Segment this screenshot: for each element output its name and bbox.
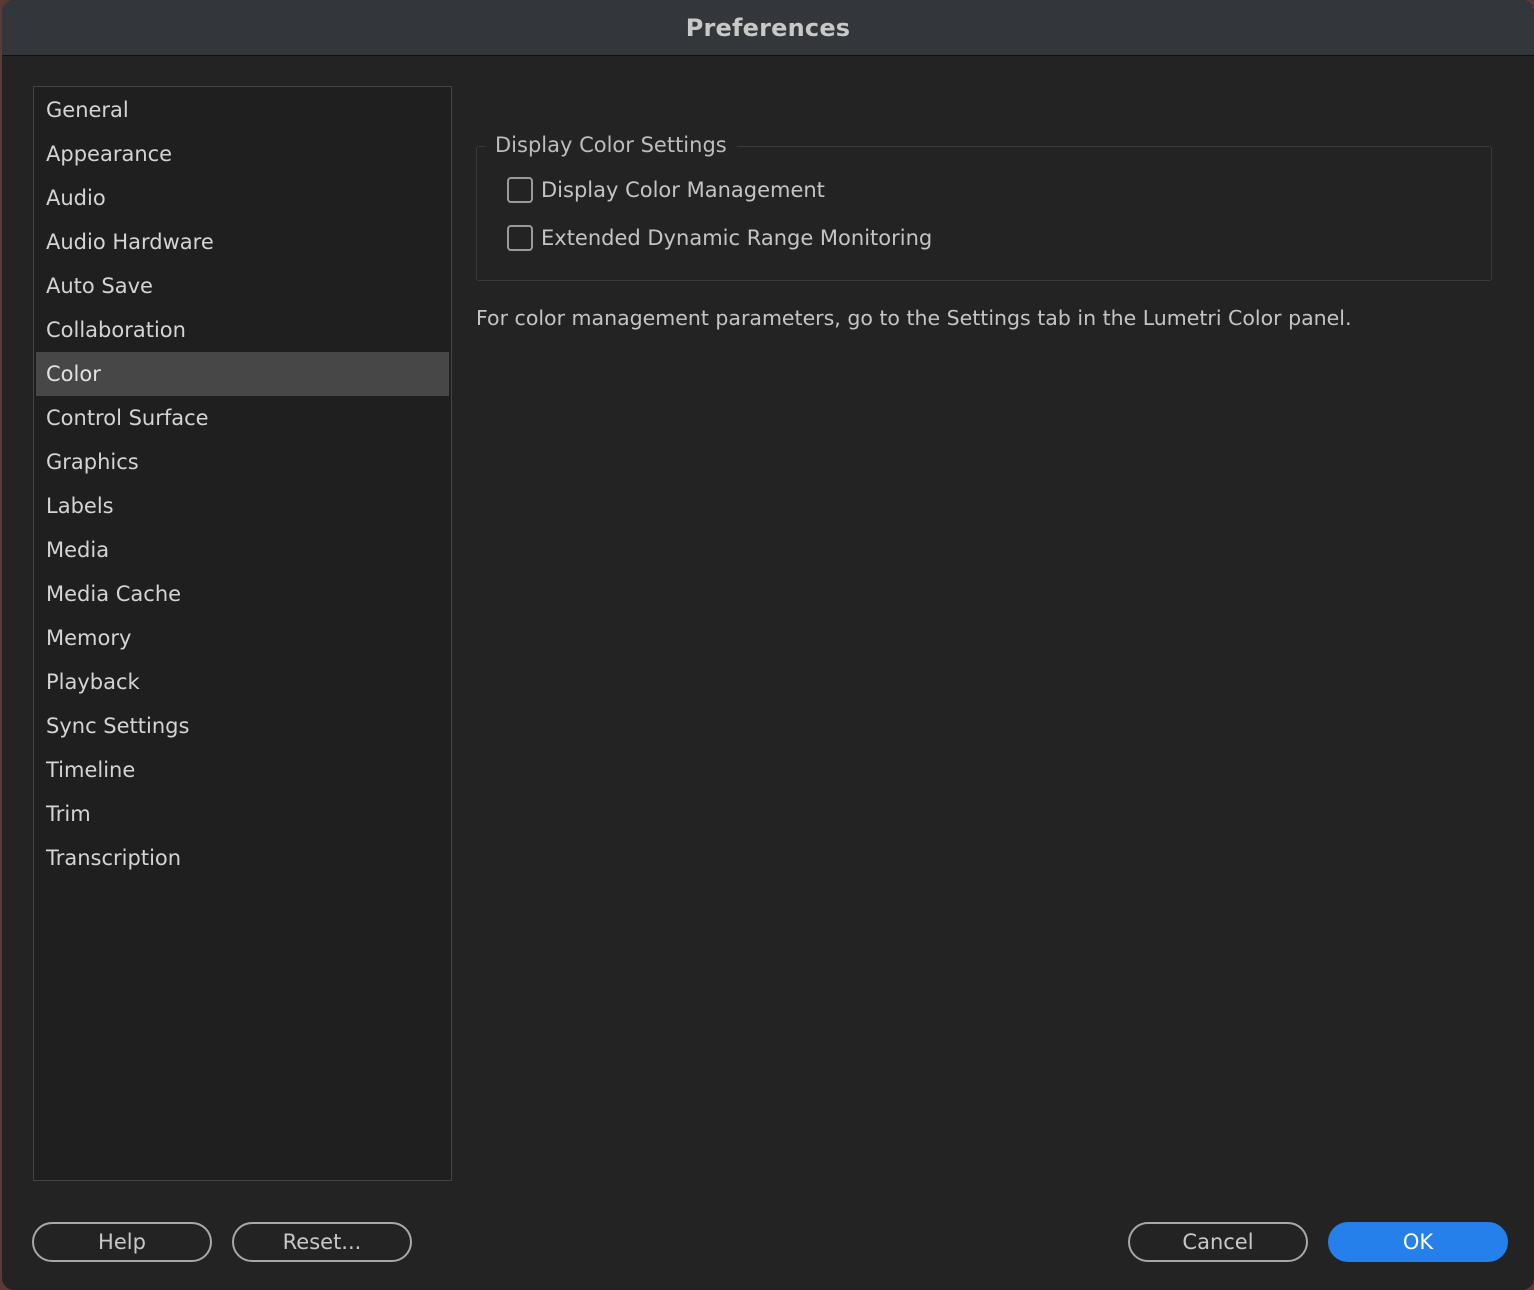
group-title: Display Color Settings [485, 129, 737, 161]
sidebar-item-labels[interactable]: Labels [36, 484, 449, 528]
sidebar-item-transcription[interactable]: Transcription [36, 836, 449, 880]
cancel-button[interactable]: Cancel [1128, 1222, 1308, 1262]
sidebar-item-media-cache[interactable]: Media Cache [36, 572, 449, 616]
sidebar-item-sync-settings[interactable]: Sync Settings [36, 704, 449, 748]
preferences-category-list[interactable]: General Appearance Audio Audio Hardware … [33, 86, 452, 1181]
display-color-settings-group: Display Color Settings Display Color Man… [476, 129, 1492, 281]
sidebar-item-media[interactable]: Media [36, 528, 449, 572]
sidebar-item-appearance[interactable]: Appearance [36, 132, 449, 176]
preferences-dialog: Preferences General Appearance Audio Aud… [2, 0, 1534, 1290]
dialog-title: Preferences [685, 13, 851, 42]
sidebar-item-control-surface[interactable]: Control Surface [36, 396, 449, 440]
sidebar-item-memory[interactable]: Memory [36, 616, 449, 660]
sidebar-item-collaboration[interactable]: Collaboration [36, 308, 449, 352]
ok-button[interactable]: OK [1328, 1222, 1508, 1262]
display-color-management-option[interactable]: Display Color Management [507, 174, 825, 206]
sidebar-item-audio[interactable]: Audio [36, 176, 449, 220]
display-color-management-label[interactable]: Display Color Management [541, 178, 825, 202]
sidebar-item-graphics[interactable]: Graphics [36, 440, 449, 484]
sidebar-item-playback[interactable]: Playback [36, 660, 449, 704]
sidebar-item-trim[interactable]: Trim [36, 792, 449, 836]
extended-dynamic-range-monitoring-label[interactable]: Extended Dynamic Range Monitoring [541, 226, 932, 250]
title-bar: Preferences [2, 0, 1534, 56]
extended-dynamic-range-monitoring-checkbox[interactable] [507, 225, 533, 251]
sidebar-item-general[interactable]: General [36, 88, 449, 132]
reset-button[interactable]: Reset... [232, 1222, 412, 1262]
sidebar-item-audio-hardware[interactable]: Audio Hardware [36, 220, 449, 264]
sidebar-item-auto-save[interactable]: Auto Save [36, 264, 449, 308]
color-management-info-text: For color management parameters, go to t… [476, 306, 1352, 330]
help-button[interactable]: Help [32, 1222, 212, 1262]
extended-dynamic-range-monitoring-option[interactable]: Extended Dynamic Range Monitoring [507, 222, 932, 254]
sidebar-item-timeline[interactable]: Timeline [36, 748, 449, 792]
sidebar-item-color[interactable]: Color [36, 352, 449, 396]
display-color-management-checkbox[interactable] [507, 177, 533, 203]
